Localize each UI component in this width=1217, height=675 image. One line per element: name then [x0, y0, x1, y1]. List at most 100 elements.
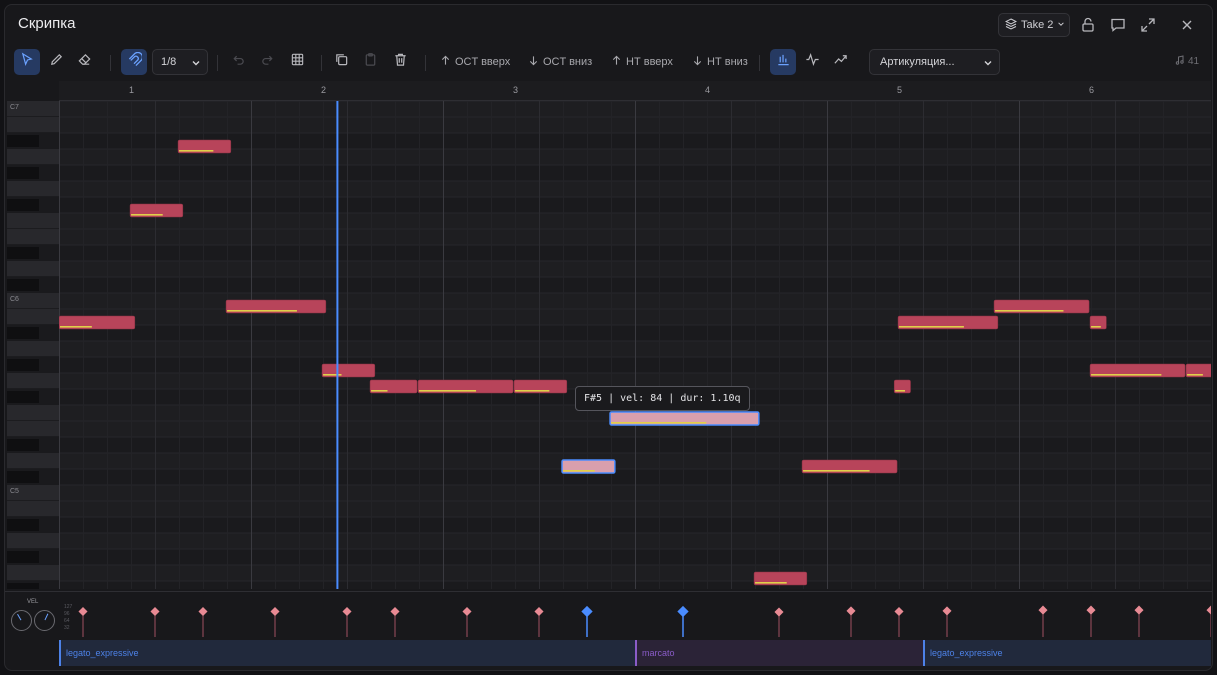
redo-button[interactable]	[254, 49, 280, 75]
piano-black-key[interactable]	[7, 551, 39, 563]
piano-white-key[interactable]	[7, 421, 59, 437]
undo-button[interactable]	[225, 49, 251, 75]
paste-button[interactable]	[357, 49, 383, 75]
velocity-handle[interactable]	[150, 606, 160, 617]
piano-white-key[interactable]	[7, 453, 59, 469]
grid-resolution-select[interactable]: 1/8	[152, 49, 208, 75]
piano-keyboard[interactable]: C7 C6 C5	[7, 101, 59, 589]
note[interactable]	[801, 459, 898, 474]
velocity-handle[interactable]	[846, 606, 856, 616]
piano-white-key[interactable]	[7, 373, 59, 389]
piano-black-key[interactable]	[7, 359, 39, 371]
delete-button[interactable]	[387, 49, 413, 75]
velocity-stem[interactable]	[774, 607, 784, 637]
note[interactable]	[993, 299, 1090, 314]
velocity-stem[interactable]	[78, 606, 88, 637]
piano-black-key[interactable]	[7, 583, 39, 589]
semitone-down-button[interactable]: НТ вниз	[692, 49, 748, 75]
automation-view-button[interactable]	[827, 49, 853, 75]
piano-white-key[interactable]	[7, 229, 59, 245]
piano-black-key[interactable]	[7, 519, 39, 531]
note[interactable]	[753, 571, 808, 586]
velocity-handle[interactable]	[1038, 605, 1048, 615]
velocity-stem[interactable]	[1134, 605, 1144, 637]
velocity-handle[interactable]	[942, 606, 952, 616]
articulation-segment[interactable]: marcato	[635, 640, 923, 666]
select-tool-button[interactable]	[14, 49, 40, 75]
velocity-handle[interactable]	[342, 606, 352, 617]
erase-tool-button[interactable]	[71, 49, 97, 75]
velocity-stem[interactable]	[846, 606, 856, 637]
piano-black-key[interactable]	[7, 439, 39, 451]
piano-white-key[interactable]	[7, 501, 59, 517]
piano-white-key[interactable]	[7, 117, 59, 133]
velocity-handle[interactable]	[774, 607, 784, 617]
piano-white-key[interactable]	[7, 149, 59, 165]
velocity-handle[interactable]	[270, 606, 280, 617]
piano-white-key[interactable]	[7, 405, 59, 421]
note[interactable]	[59, 315, 136, 330]
take-selector[interactable]: Take 2	[998, 13, 1070, 37]
note[interactable]	[321, 363, 376, 378]
note[interactable]	[893, 379, 911, 394]
piano-white-key[interactable]	[7, 533, 59, 549]
octave-down-button[interactable]: OCT вниз	[528, 49, 592, 75]
note[interactable]	[369, 379, 418, 394]
piano-black-key[interactable]	[7, 199, 39, 211]
articulation-segment[interactable]: legato_expressive	[59, 640, 635, 666]
velocity-stem[interactable]	[270, 606, 280, 637]
velocity-view-button[interactable]	[770, 49, 796, 75]
articulation-segment[interactable]: legato_expressive	[923, 640, 1211, 666]
piano-black-key[interactable]	[7, 167, 39, 179]
velocity-stem[interactable]	[942, 606, 952, 637]
note-grid[interactable]	[59, 101, 1211, 589]
note[interactable]	[897, 315, 999, 330]
piano-white-key[interactable]	[7, 309, 59, 325]
velocity-stem[interactable]	[342, 606, 352, 637]
note[interactable]	[1185, 363, 1211, 378]
velocity-handle[interactable]	[390, 606, 400, 617]
note[interactable]	[129, 203, 184, 218]
copy-button[interactable]	[328, 49, 354, 75]
draw-tool-button[interactable]	[43, 49, 69, 75]
piano-white-key[interactable]	[7, 565, 59, 581]
piano-white-key[interactable]	[7, 261, 59, 277]
piano-black-key[interactable]	[7, 471, 39, 483]
velocity-handle[interactable]	[1134, 605, 1144, 615]
quantize-grid-button[interactable]	[284, 49, 310, 75]
piano-white-key[interactable]	[7, 181, 59, 197]
velocity-handle[interactable]	[534, 606, 544, 617]
curve-view-button[interactable]	[799, 49, 825, 75]
velocity-range-knob[interactable]	[34, 610, 55, 631]
close-icon[interactable]	[1179, 17, 1195, 33]
piano-white-key[interactable]	[7, 213, 59, 229]
velocity-handle[interactable]	[198, 606, 208, 617]
note-selected[interactable]	[561, 459, 616, 474]
note[interactable]	[225, 299, 327, 314]
octave-up-button[interactable]: OCT вверх	[440, 49, 510, 75]
note[interactable]	[513, 379, 568, 394]
velocity-handle[interactable]	[78, 606, 88, 617]
unlock-icon[interactable]	[1080, 17, 1096, 33]
piano-black-key[interactable]	[7, 135, 39, 147]
piano-white-key[interactable]	[7, 341, 59, 357]
velocity-handle[interactable]	[462, 606, 472, 617]
velocity-knob[interactable]	[11, 610, 32, 631]
velocity-handle[interactable]	[1086, 605, 1096, 615]
note[interactable]	[177, 139, 232, 154]
timeline-ruler[interactable]: 1 2 3 4 5 6	[59, 81, 1211, 101]
piano-black-key[interactable]	[7, 247, 39, 259]
velocity-stem[interactable]	[534, 606, 544, 637]
note[interactable]	[1089, 363, 1186, 378]
velocity-stem[interactable]	[1038, 605, 1048, 637]
velocity-stems[interactable]	[59, 591, 1211, 639]
velocity-stem[interactable]	[198, 606, 208, 637]
note[interactable]	[1089, 315, 1107, 330]
velocity-stem[interactable]	[462, 606, 472, 637]
comment-icon[interactable]	[1110, 17, 1126, 33]
velocity-handle[interactable]	[581, 605, 593, 618]
velocity-stem[interactable]	[1206, 605, 1211, 637]
velocity-stem[interactable]	[1086, 605, 1096, 637]
piano-black-key[interactable]	[7, 327, 39, 339]
note[interactable]	[417, 379, 514, 394]
